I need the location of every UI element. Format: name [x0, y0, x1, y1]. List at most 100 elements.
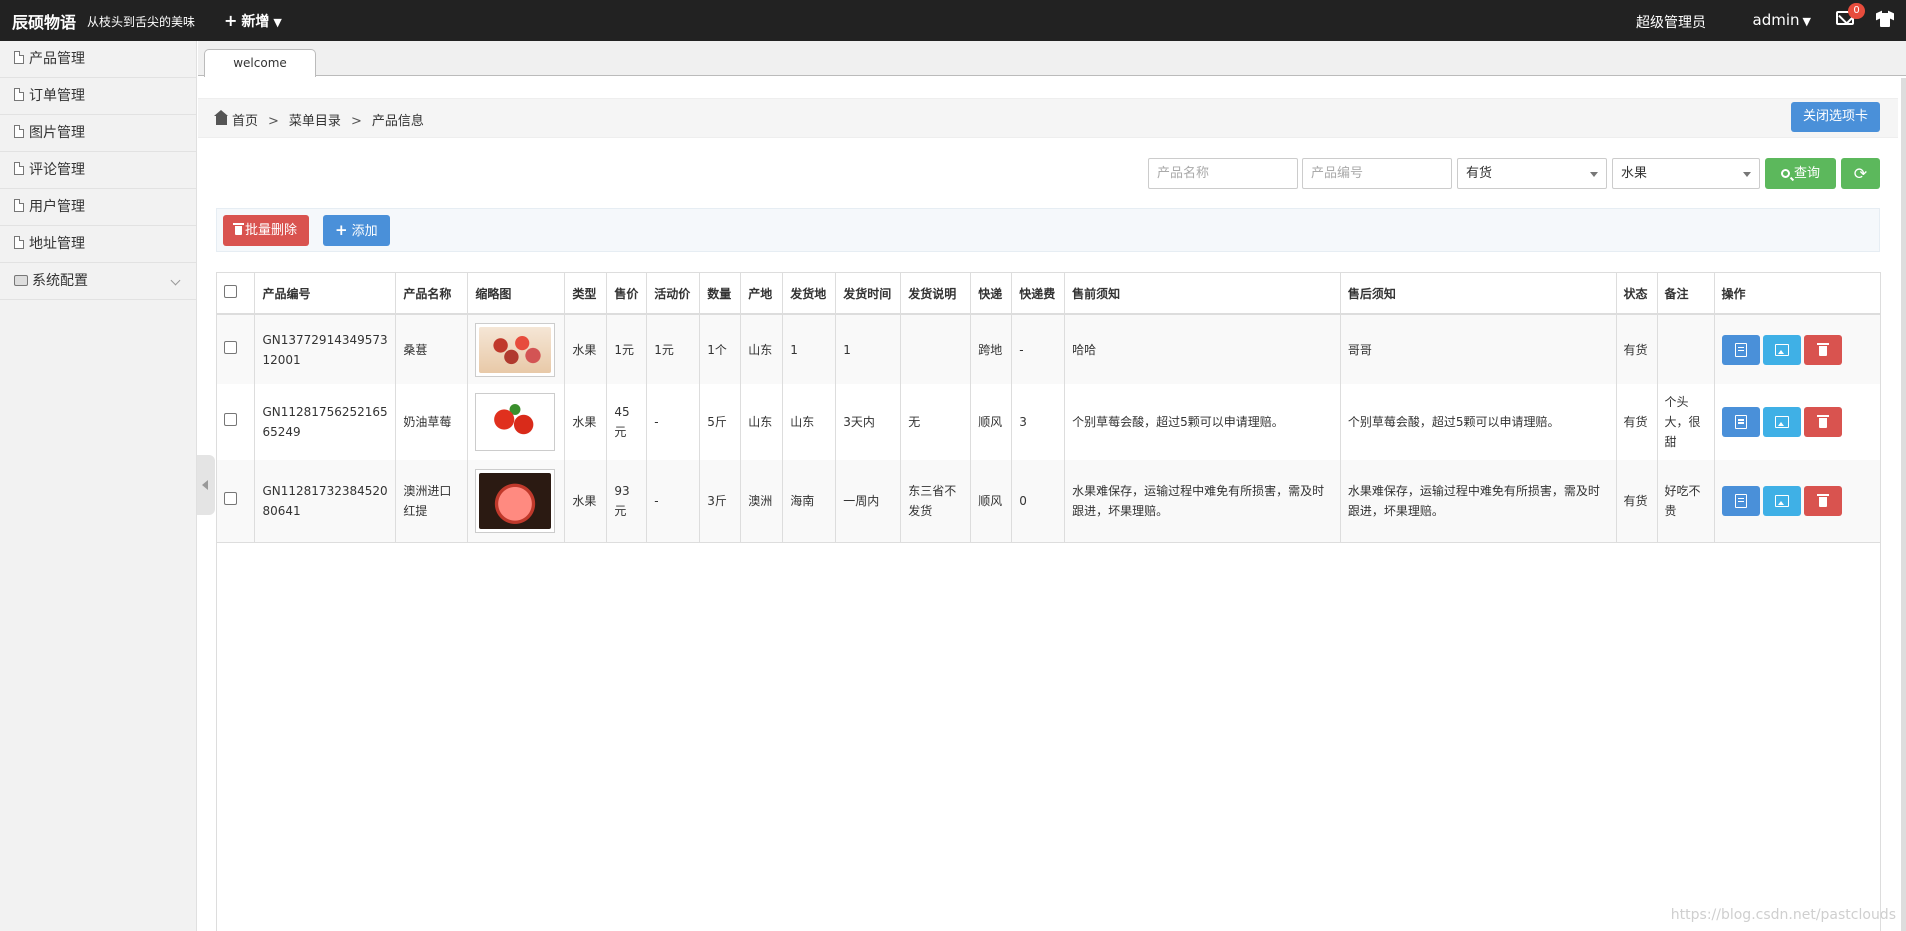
query-label: 查询 [1793, 166, 1820, 181]
add-button[interactable]: + 添加 [323, 215, 390, 246]
sidebar-collapse-toggle[interactable] [197, 455, 215, 515]
column-header: 发货地 [782, 273, 837, 315]
fee-cell: 0 [1011, 460, 1066, 543]
chevron-down-icon: ▼ [1802, 15, 1811, 28]
breadcrumb: 首页 > 菜单目录 > 产品信息 [214, 110, 424, 129]
close-tab-button[interactable]: 关闭选项卡 [1790, 102, 1880, 132]
image-button[interactable] [1762, 407, 1801, 437]
type-cell: 水果 [564, 460, 608, 543]
home-icon [214, 110, 228, 125]
column-header: 发货说明 [900, 273, 972, 315]
new-menu-label: 新增 [241, 14, 270, 30]
edit-button[interactable] [1721, 407, 1760, 437]
new-dropdown-button[interactable]: + 新增 ▼ [224, 11, 282, 31]
operations-cell [1714, 384, 1880, 460]
sidebar-item-label: 订单管理 [29, 88, 85, 104]
quantity-cell: 3斤 [699, 460, 742, 543]
user-menu-button[interactable]: admin ▼ [1753, 11, 1811, 29]
price-cell: 45元 [606, 384, 648, 460]
watermark: https://blog.csdn.net/pastclouds [1670, 907, 1896, 923]
sidebar-item-settings[interactable]: 系统配置 [0, 263, 196, 300]
breadcrumb-current: 产品信息 [371, 114, 424, 129]
category-select[interactable]: 水果 [1612, 158, 1760, 189]
column-header: 售后须知 [1340, 273, 1617, 315]
tab-welcome[interactable]: welcome [204, 49, 316, 77]
row-select-cell [217, 314, 256, 384]
column-header: 产地 [740, 273, 784, 315]
promo-price-cell: 1元 [646, 314, 701, 384]
column-header: 缩略图 [467, 273, 566, 315]
pre-sale-cell: 哈哈 [1064, 314, 1341, 384]
table-row: GN1377291434957312001 桑葚 水果 1元 1元 1个 山东 … [217, 314, 1880, 384]
refresh-icon: ⟳ [1853, 164, 1868, 183]
theme-shirt-icon[interactable] [1876, 10, 1894, 27]
promo-price-cell: - [646, 460, 701, 543]
ship-from-cell: 山东 [782, 384, 837, 460]
strawberry-image [479, 397, 552, 447]
product-table-container: 产品编号 产品名称 缩略图 类型 售价 活动价 数量 产地 发货地 发货时间 发… [216, 272, 1881, 931]
fee-cell: 3 [1011, 384, 1066, 460]
sidebar-item-comments[interactable]: 评论管理 [0, 152, 196, 189]
mulberry-image [479, 326, 552, 373]
refresh-button[interactable]: ⟳ [1841, 158, 1880, 189]
file-icon [14, 199, 24, 212]
stock-status-select[interactable]: 有货 [1457, 158, 1607, 189]
ship-note-cell: 无 [900, 384, 972, 460]
product-table: 产品编号 产品名称 缩略图 类型 售价 活动价 数量 产地 发货地 发货时间 发… [217, 273, 1880, 543]
pre-sale-cell: 水果难保存，运输过程中难免有所损害，需及时跟进，坏果理赔。 [1064, 460, 1341, 543]
delete-button[interactable] [1803, 407, 1842, 437]
product-name-cell: 桑葚 [395, 314, 469, 384]
status-cell: 有货 [1616, 460, 1658, 543]
express-cell: 顺风 [970, 384, 1013, 460]
image-button[interactable] [1762, 334, 1801, 365]
top-navbar: 辰硕物语 从枝头到舌尖的美味 + 新增 ▼ 超级管理员 admin ▼ 0 [0, 0, 1906, 41]
product-code-cell: GN1128175625216565249 [254, 384, 397, 460]
ship-from-cell: 1 [782, 314, 837, 384]
operations-cell [1714, 460, 1880, 543]
product-thumbnail[interactable] [475, 393, 556, 451]
brand-title: 辰硕物语 [12, 13, 77, 32]
edit-button[interactable] [1721, 485, 1760, 516]
column-header: 售价 [606, 273, 648, 315]
row-checkbox[interactable] [224, 491, 237, 505]
edit-button[interactable] [1721, 334, 1760, 365]
ship-time-cell: 3天内 [835, 384, 902, 460]
column-header: 类型 [564, 273, 608, 315]
sidebar-item-addresses[interactable]: 地址管理 [0, 226, 196, 263]
bulk-delete-button[interactable]: 批量删除 [223, 215, 310, 246]
row-checkbox[interactable] [224, 340, 237, 354]
breadcrumb-menu[interactable]: 菜单目录 [289, 114, 341, 129]
sidebar-item-products[interactable]: 产品管理 [0, 41, 196, 78]
product-code-cell: GN1128173238452080641 [254, 460, 397, 543]
tab-strip: welcome [198, 41, 1906, 77]
product-thumbnail[interactable] [475, 468, 556, 533]
delete-button[interactable] [1803, 334, 1842, 365]
product-code-cell: GN1377291434957312001 [254, 314, 397, 384]
pre-sale-cell: 个别草莓会酸，超过5颗可以申请理赔。 [1064, 384, 1341, 460]
select-all-checkbox[interactable] [224, 285, 237, 298]
fee-cell: - [1011, 314, 1066, 384]
table-header-row: 产品编号 产品名称 缩略图 类型 售价 活动价 数量 产地 发货地 发货时间 发… [217, 273, 1880, 315]
image-button[interactable] [1762, 485, 1801, 516]
product-code-input[interactable] [1302, 158, 1452, 189]
row-checkbox[interactable] [224, 413, 237, 426]
price-cell: 93元 [606, 460, 648, 543]
delete-button[interactable] [1803, 485, 1842, 516]
mail-count-badge: 0 [1848, 3, 1865, 19]
column-header: 备注 [1657, 273, 1715, 315]
vertical-scrollbar[interactable] [1901, 78, 1906, 931]
category-value: 水果 [1621, 166, 1648, 181]
add-label: 添加 [351, 224, 378, 239]
product-thumbnail[interactable] [475, 322, 556, 377]
sidebar-item-images[interactable]: 图片管理 [0, 115, 196, 152]
sidebar-item-users[interactable]: 用户管理 [0, 189, 196, 226]
sidebar-item-label: 系统配置 [32, 273, 88, 289]
product-name-input[interactable] [1148, 158, 1298, 189]
query-button[interactable]: 查询 [1765, 158, 1836, 189]
table-row: GN1128175625216565249 奶油草莓 水果 45元 - 5斤 山… [217, 384, 1880, 460]
breadcrumb-separator: > [268, 114, 279, 129]
stock-status-value: 有货 [1466, 166, 1493, 181]
user-name: admin [1752, 11, 1800, 29]
breadcrumb-home[interactable]: 首页 [232, 114, 258, 129]
sidebar-item-orders[interactable]: 订单管理 [0, 78, 196, 115]
